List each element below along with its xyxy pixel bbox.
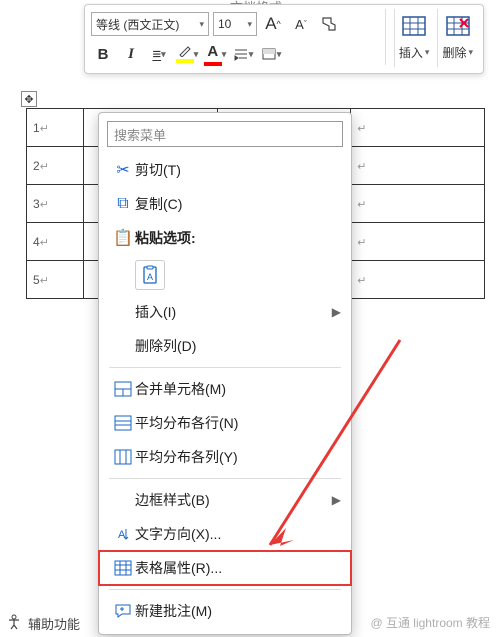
text-direction-icon: A — [111, 526, 135, 542]
delete-label: 删除 — [442, 44, 466, 61]
move-icon: ✥ — [24, 93, 33, 106]
shrink-font-button[interactable]: Aˇ — [289, 12, 313, 36]
chevron-down-icon: ▾ — [247, 19, 252, 30]
menu-item-distribute-cols[interactable]: 平均分布各列(Y) — [99, 440, 351, 474]
font-size-value: 10 — [218, 17, 231, 31]
menu-item-table-properties[interactable]: 表格属性(R)... — [99, 551, 351, 585]
mini-toolbar: 等线 (西文正文) ▾ 10 ▾ A^ Aˇ B I ≡ ▾ — [84, 4, 484, 74]
font-name-dropdown[interactable]: 等线 (西文正文) ▾ — [91, 12, 209, 36]
underline-button[interactable]: ≡ ▾ — [147, 42, 171, 66]
menu-item-delete-column[interactable]: 删除列(D) — [99, 329, 351, 363]
italic-button[interactable]: I — [119, 42, 143, 66]
paste-option-keep-text[interactable]: A — [99, 255, 351, 295]
menu-search-input[interactable]: 搜索菜单 — [107, 121, 343, 147]
chevron-down-icon: ▾ — [194, 49, 199, 60]
font-name-value: 等线 (西文正文) — [96, 16, 179, 33]
table-delete-icon — [446, 16, 470, 42]
chevron-right-icon: ▶ — [332, 305, 341, 319]
menu-item-cut[interactable]: ✂ 剪切(T) — [99, 153, 351, 187]
svg-text:A: A — [118, 529, 126, 541]
chevron-down-icon: ▾ — [161, 49, 166, 60]
merge-cells-icon — [111, 381, 135, 397]
menu-item-copy[interactable]: ⧉ 复制(C) — [99, 187, 351, 221]
menu-item-paste-options: 📋 粘贴选项: — [99, 221, 351, 255]
chevron-down-icon: ▾ — [199, 19, 204, 30]
font-size-dropdown[interactable]: 10 ▾ — [213, 12, 257, 36]
format-painter-button[interactable] — [317, 12, 341, 36]
distribute-rows-icon — [111, 415, 135, 431]
distribute-cols-icon — [111, 449, 135, 465]
search-placeholder: 搜索菜单 — [114, 125, 166, 144]
clipboard-icon: 📋 — [111, 228, 135, 248]
insert-group-button[interactable]: 插入▾ — [394, 9, 434, 67]
status-bar-accessibility[interactable]: 辅助功能 — [6, 614, 80, 633]
menu-item-merge-cells[interactable]: 合并单元格(M) — [99, 372, 351, 406]
delete-group-button[interactable]: 删除▾ — [437, 9, 477, 67]
watermark-text: @ 互通 lightroom 教程 — [370, 614, 490, 631]
accessibility-icon — [6, 614, 22, 633]
menu-separator — [109, 589, 341, 590]
font-color-button[interactable]: A ▾ — [203, 42, 227, 66]
chevron-down-icon: ▾ — [249, 49, 254, 60]
scissors-icon: ✂ — [111, 160, 135, 180]
paste-text-icon: A — [135, 260, 165, 290]
menu-item-insert[interactable]: 插入(I) ▶ — [99, 295, 351, 329]
comment-icon — [111, 603, 135, 619]
insert-label: 插入 — [399, 44, 423, 61]
chevron-down-icon: ▾ — [222, 49, 227, 60]
grow-font-button[interactable]: A^ — [261, 12, 285, 36]
table-properties-icon — [111, 560, 135, 576]
highlight-button[interactable]: ▾ — [175, 42, 199, 66]
context-menu: 搜索菜单 ✂ 剪切(T) ⧉ 复制(C) 📋 粘贴选项: A 插入(I) ▶ 删… — [98, 112, 352, 635]
copy-icon: ⧉ — [111, 195, 135, 213]
bold-button[interactable]: B — [91, 42, 115, 66]
chevron-down-icon: ▾ — [277, 49, 282, 60]
menu-separator — [109, 478, 341, 479]
chevron-right-icon: ▶ — [332, 493, 341, 507]
table-insert-icon — [402, 16, 426, 42]
table-move-handle[interactable]: ✥ — [21, 91, 37, 107]
menu-item-distribute-rows[interactable]: 平均分布各行(N) — [99, 406, 351, 440]
menu-item-new-comment[interactable]: 新建批注(M) — [99, 594, 351, 628]
menu-item-border-style[interactable]: 边框样式(B) ▶ — [99, 483, 351, 517]
menu-item-text-direction[interactable]: A 文字方向(X)... — [99, 517, 351, 551]
shading-button[interactable]: ▾ — [259, 42, 283, 66]
menu-separator — [109, 367, 341, 368]
svg-text:A: A — [147, 272, 153, 282]
accessibility-label: 辅助功能 — [28, 614, 80, 633]
indentation-button[interactable]: ▾ — [231, 42, 255, 66]
